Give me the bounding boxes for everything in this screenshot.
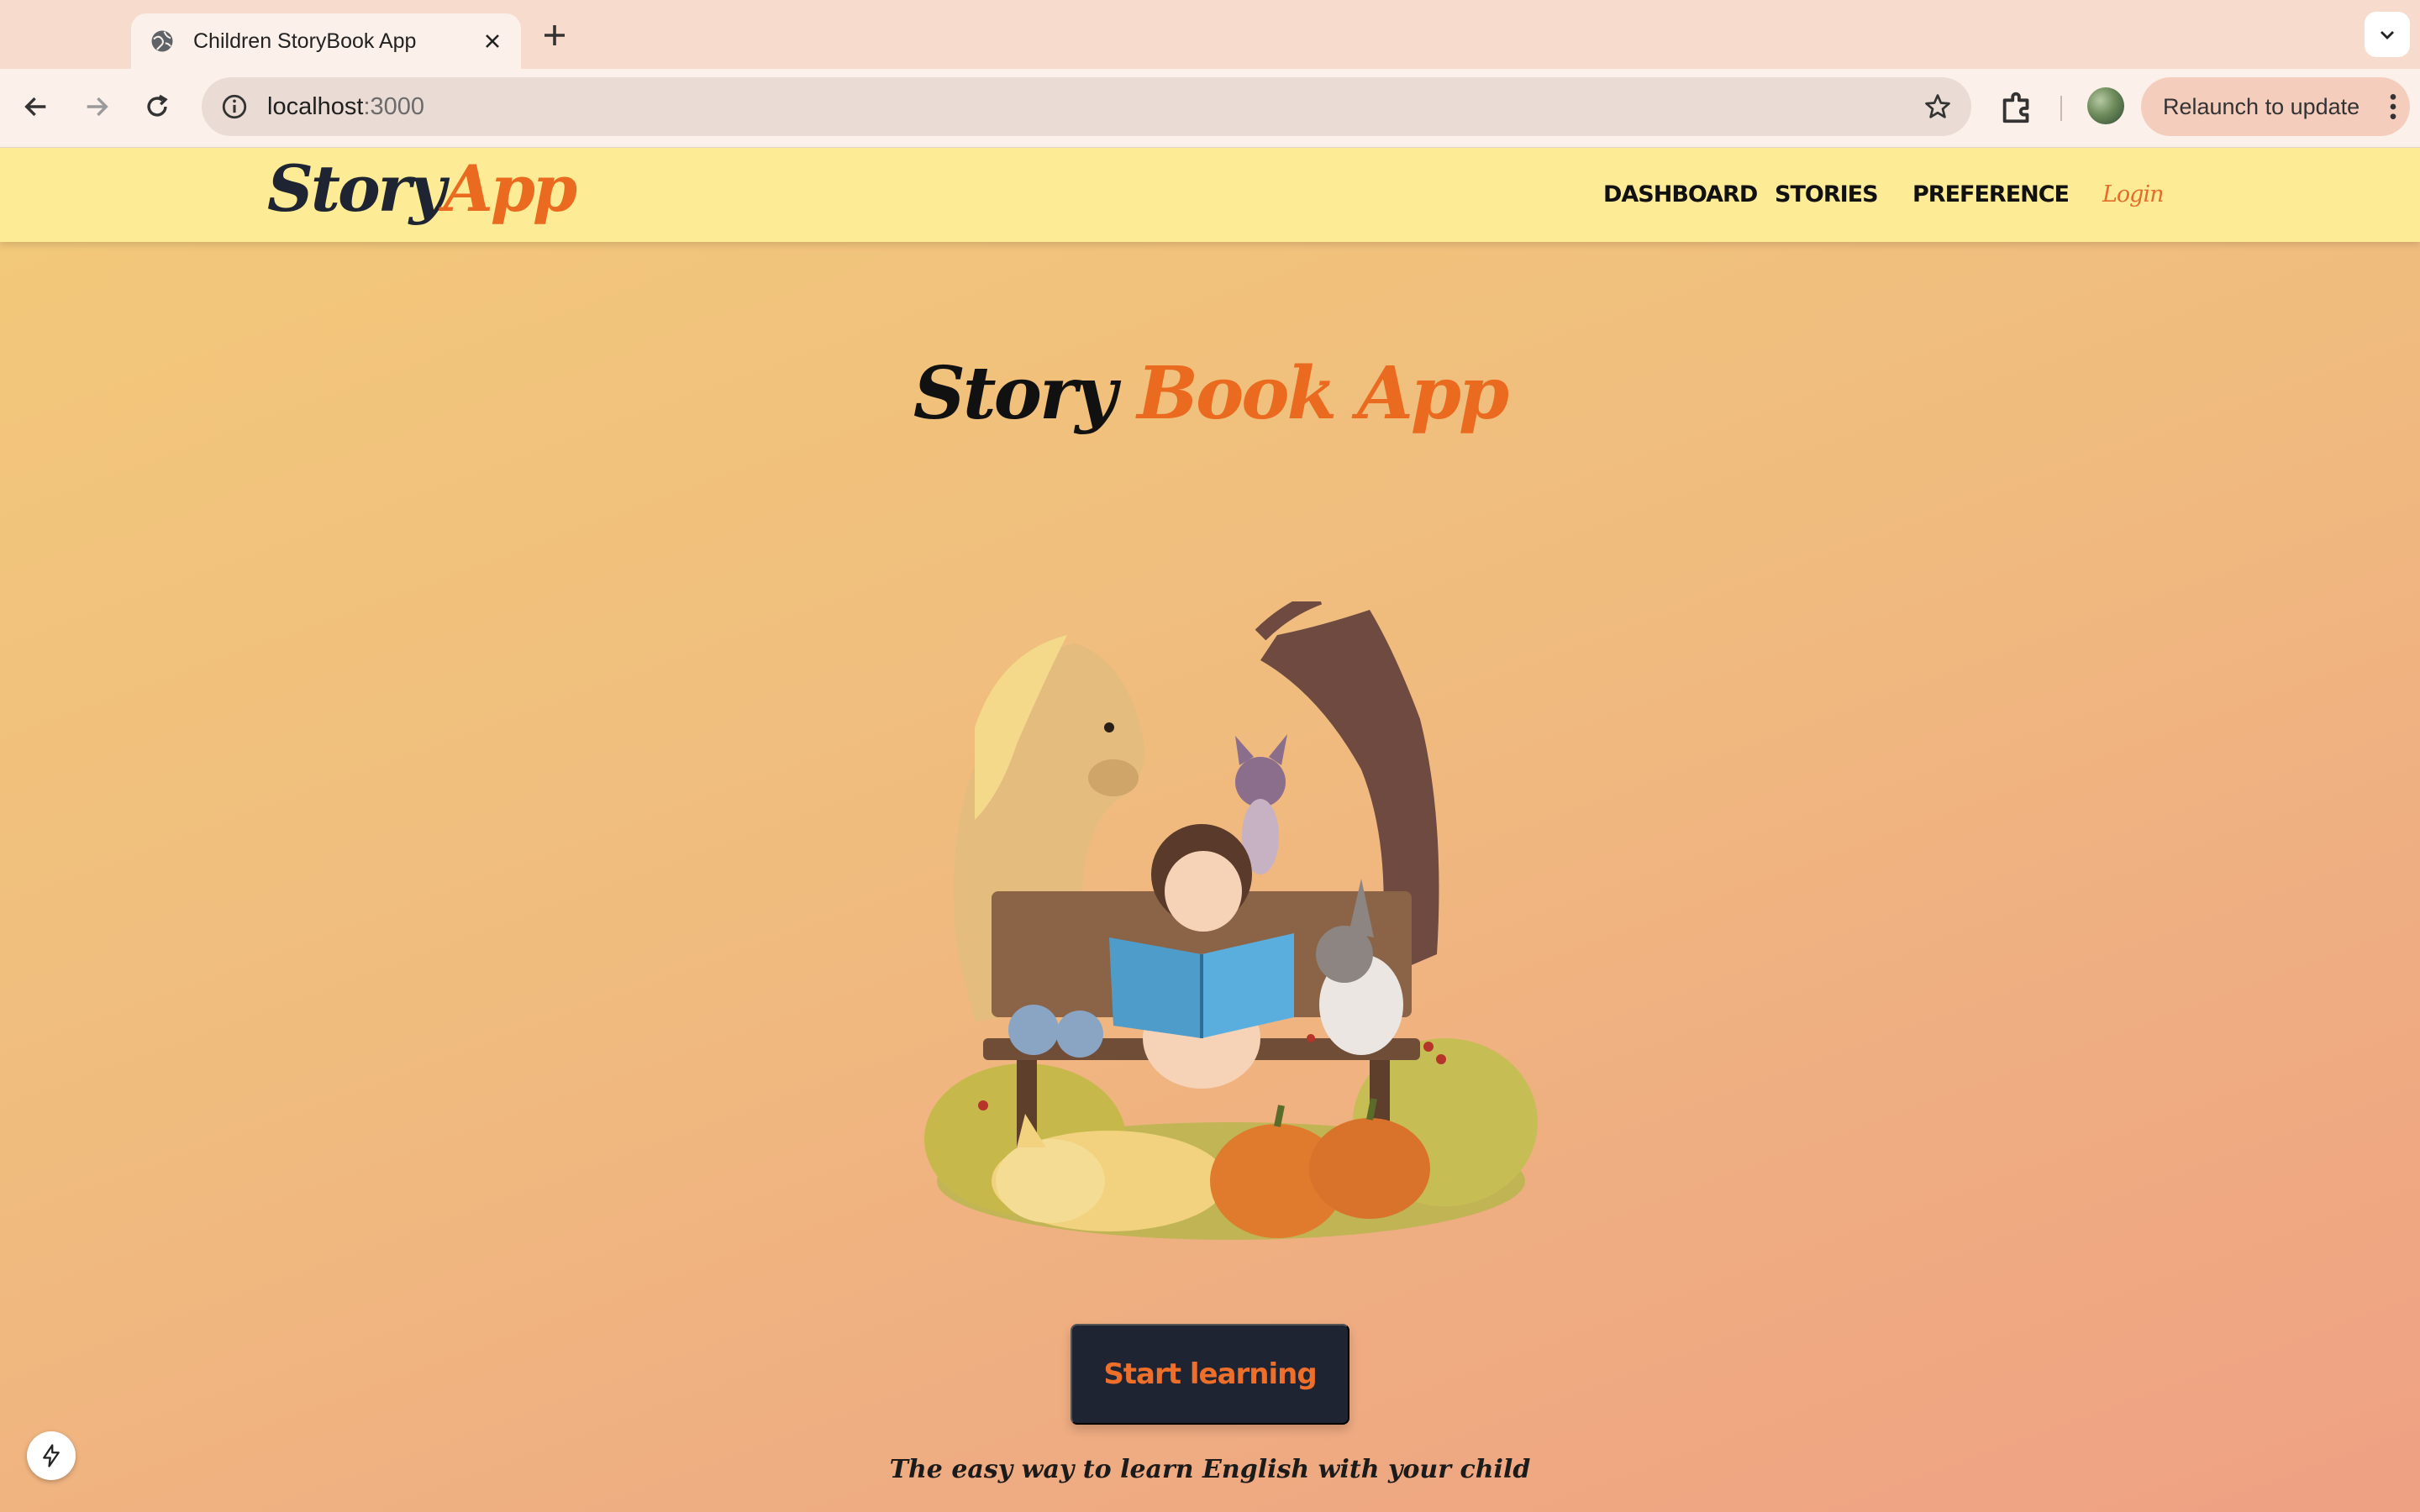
page-content: StoryApp DASHBOARD STORIES PREFERENCE Lo… — [0, 148, 2420, 1512]
lightning-icon — [43, 1444, 60, 1467]
back-button[interactable] — [17, 87, 55, 126]
extensions-puzzle-icon[interactable] — [1998, 87, 2037, 126]
active-tab[interactable]: Children StoryBook App — [131, 13, 521, 69]
forward-button[interactable] — [77, 87, 116, 126]
bookmark-star-icon[interactable] — [1923, 92, 1953, 122]
tab-search-button[interactable] — [2365, 12, 2410, 57]
close-tab-icon[interactable] — [482, 31, 502, 51]
logo-app: App — [443, 151, 577, 226]
hero-title: Story Book App — [0, 351, 2420, 436]
hero-title-story: Story — [913, 351, 1117, 436]
relaunch-button[interactable]: Relaunch to update — [2141, 77, 2410, 136]
hero-tagline: The easy way to learn English with your … — [889, 1455, 1531, 1484]
url-host: localhost — [267, 92, 364, 120]
site-info-icon[interactable] — [220, 92, 249, 121]
browser-toolbar: localhost:3000 Relaunch to update — [0, 69, 2420, 148]
app-logo[interactable]: StoryApp — [267, 151, 577, 226]
new-tab-icon[interactable] — [539, 20, 570, 50]
reload-icon — [147, 94, 168, 117]
relaunch-label: Relaunch to update — [2163, 93, 2360, 119]
globe-icon — [151, 30, 173, 52]
toolbar-divider — [2060, 96, 2062, 121]
nav-login[interactable]: Login — [2102, 181, 2164, 207]
nav-preference[interactable]: PREFERENCE — [1912, 181, 2070, 207]
more-vert-icon[interactable] — [2376, 90, 2410, 123]
dev-tools-badge[interactable] — [27, 1431, 76, 1480]
hero-illustration — [924, 601, 1538, 1240]
url-port: :3000 — [363, 92, 425, 120]
forward-arrow-icon — [87, 97, 108, 117]
url-text: localhost:3000 — [267, 93, 1923, 121]
nav-stories[interactable]: STORIES — [1775, 181, 1879, 207]
back-arrow-icon — [24, 97, 46, 117]
address-bar[interactable]: localhost:3000 — [202, 77, 1971, 136]
tab-title: Children StoryBook App — [193, 29, 417, 53]
start-learning-button[interactable]: Start learning — [1071, 1324, 1349, 1425]
logo-story: Story — [267, 151, 446, 226]
tab-strip: Children StoryBook App — [0, 0, 2420, 69]
profile-avatar[interactable] — [2087, 87, 2124, 124]
nav-dashboard[interactable]: DASHBOARD — [1603, 181, 1758, 207]
chevron-down-icon — [2381, 31, 2394, 39]
app-navbar: StoryApp DASHBOARD STORIES PREFERENCE Lo… — [0, 148, 2420, 242]
hero-title-bookapp: Book App — [1137, 351, 1509, 436]
reload-button[interactable] — [138, 87, 176, 126]
